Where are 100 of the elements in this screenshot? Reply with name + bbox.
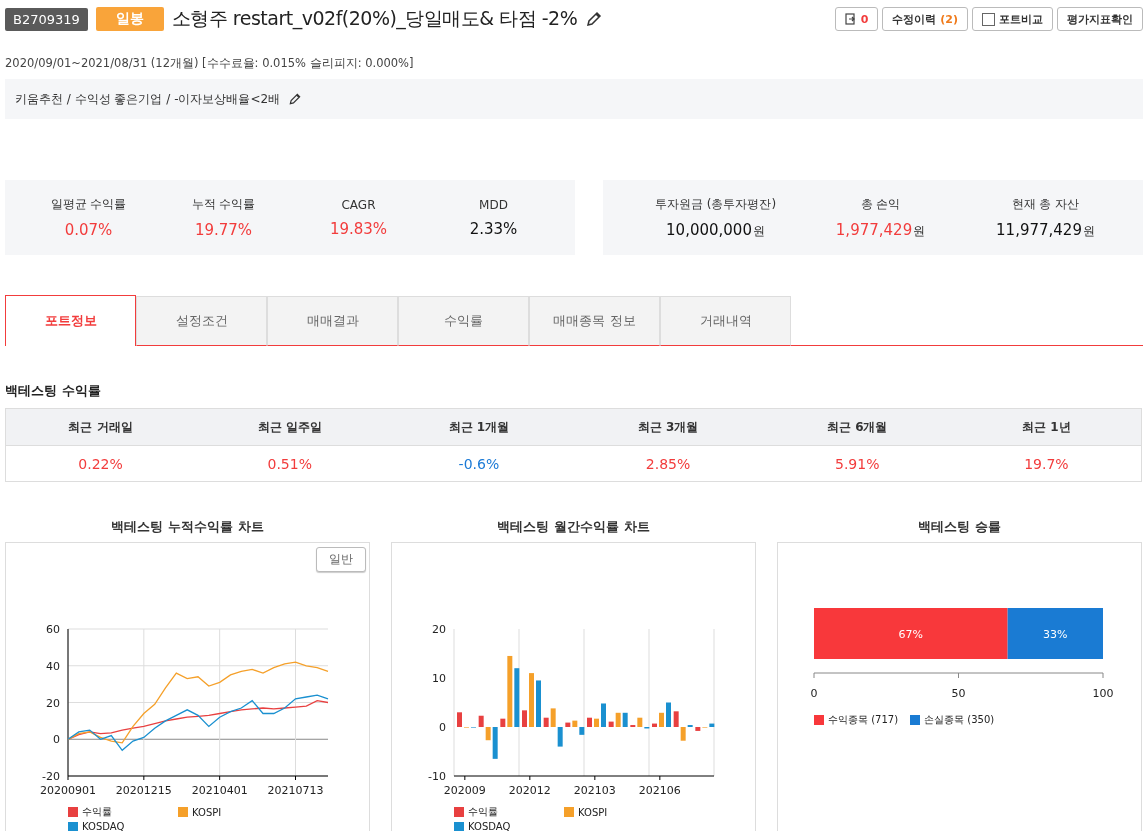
y-tick-label: 40 (46, 659, 60, 673)
x-tick-label: 50 (951, 687, 966, 700)
bar (673, 711, 679, 727)
bar-chart: -10 0 10 20 202009 202012 202103 202106 (392, 583, 755, 805)
bar (608, 721, 614, 727)
y-tick-label: 0 (439, 721, 446, 734)
legend-label: 수익률 (468, 805, 498, 819)
bar (543, 717, 549, 727)
summary-label: 총 손익 (860, 195, 901, 213)
legend-label: KOSPI (578, 806, 608, 818)
bar (680, 727, 686, 741)
bar (457, 712, 462, 727)
bar (485, 727, 491, 741)
win-rate-bar-chart: 67% 33% 0 50 100 (778, 543, 1141, 703)
bar (666, 702, 671, 727)
tab[interactable]: 설정조건 (136, 296, 267, 346)
summary-label: 누적 수익률 (191, 196, 256, 213)
table-cell-text: 19.7% (1023, 454, 1070, 474)
table-cell-text: 0.51% (266, 454, 313, 474)
bar (615, 712, 621, 727)
x-tick-label: 0 (810, 687, 818, 700)
bar (529, 673, 534, 727)
currency-unit: 원 (913, 222, 926, 240)
summary-label: MDD (479, 197, 508, 212)
bar (550, 708, 556, 727)
bar (565, 722, 571, 727)
summary-value: 19.83% (329, 219, 388, 238)
y-tick-label: 20 (432, 623, 446, 636)
y-tick-label: -10 (428, 770, 446, 783)
bar (500, 718, 506, 727)
x-tick-label: 20210401 (191, 784, 248, 797)
summary-value: 0.07% (64, 221, 113, 239)
copy-count-button[interactable]: 0 (834, 7, 879, 31)
chart-mode-button[interactable]: 일반 (316, 547, 366, 572)
currency-unit: 원 (1082, 222, 1095, 240)
bar (579, 727, 585, 735)
bar (587, 717, 592, 727)
tab[interactable]: 포트정보 (5, 295, 136, 346)
column-header: 최근 3개월 (573, 409, 763, 446)
x-tick-label: 20200901 (40, 784, 96, 797)
bar (594, 718, 599, 727)
bar (492, 727, 498, 759)
y-tick-label: -20 (42, 770, 60, 783)
data-label: 67% (898, 627, 924, 641)
tab[interactable]: 매매결과 (267, 296, 398, 346)
edit-pencil-icon[interactable] (585, 10, 604, 28)
bar (514, 668, 520, 727)
bar (478, 715, 484, 727)
table-cell-text: 5.91% (834, 454, 881, 474)
summary-label: 현재 총 자산 (1011, 195, 1080, 213)
x-tick-label: 202106 (638, 784, 681, 797)
period-badge: 일봉 (95, 7, 164, 31)
summary-value: 19.77% (194, 221, 253, 239)
summary-amount: 1,977,429 (835, 220, 913, 239)
currency-unit: 원 (752, 222, 765, 240)
legend-label: KOSDAQ (468, 821, 511, 831)
legend-label: 수익종목 (717) (828, 713, 899, 727)
y-tick-label: 0 (53, 733, 60, 747)
bar (601, 703, 606, 727)
chart-title: 백테스팅 승률 (917, 518, 1002, 536)
summary-label: CAGR (341, 197, 376, 212)
x-tick-label: 202012 (508, 784, 551, 797)
line-series (67, 694, 329, 751)
portfolio-compare-checkbox[interactable]: 포트비교 (972, 7, 1053, 31)
backtest-period-info: 2020/09/01~2021/08/31 (12개월) [수수료율: 0.015% 슬리피지: 0.000%] (5, 56, 415, 71)
column-header: 최근 일주일 (195, 409, 385, 446)
y-tick-label: 60 (46, 623, 60, 636)
column-header: 최근 거래일 (6, 409, 196, 446)
x-tick-label: 202009 (443, 784, 486, 797)
summary-amount: 10,000,000 (666, 220, 752, 239)
x-tick-label: 20201215 (115, 784, 172, 797)
section-title: 백테스팅 수익률 (5, 382, 102, 400)
bar (572, 720, 578, 727)
data-label: 33% (1043, 627, 1068, 641)
strategy-description: 키움추천 / 수익성 좋은기업 / -이자보상배율<2배 (15, 90, 281, 108)
bar (659, 712, 664, 727)
legend-label: KOSDAQ (82, 821, 125, 831)
tab[interactable]: 수익률 (398, 296, 529, 346)
bar (637, 717, 643, 727)
legend-label: 수익률 (82, 805, 112, 819)
bar (557, 727, 563, 747)
tab[interactable]: 매매종목 정보 (529, 296, 660, 346)
legend-label: 손실종목 (350) (924, 713, 995, 727)
y-tick-label: 20 (46, 696, 60, 710)
x-tick-label: 20210713 (267, 784, 324, 797)
legend-label: KOSPI (192, 806, 222, 818)
x-tick-label: 100 (1092, 687, 1114, 700)
summary-label: 일평균 수익률 (50, 196, 127, 213)
edit-pencil-icon[interactable] (288, 92, 303, 106)
bar (522, 710, 527, 727)
line-series (67, 661, 329, 744)
revision-history-button[interactable]: 수정이력 (2) (882, 7, 968, 31)
table-cell-text: 2.85% (644, 454, 692, 474)
tab[interactable]: 거래내역 (660, 296, 791, 346)
column-header: 최근 1개월 (384, 409, 574, 446)
bar (507, 655, 513, 727)
strategy-title: 소형주 restart_v02f(20%)_당일매도& 타점 -2% (171, 6, 578, 32)
evaluation-metrics-button[interactable]: 평가지표확인 (1057, 7, 1143, 31)
y-tick-label: 10 (432, 672, 446, 685)
summary-value: 2.33% (469, 219, 518, 238)
